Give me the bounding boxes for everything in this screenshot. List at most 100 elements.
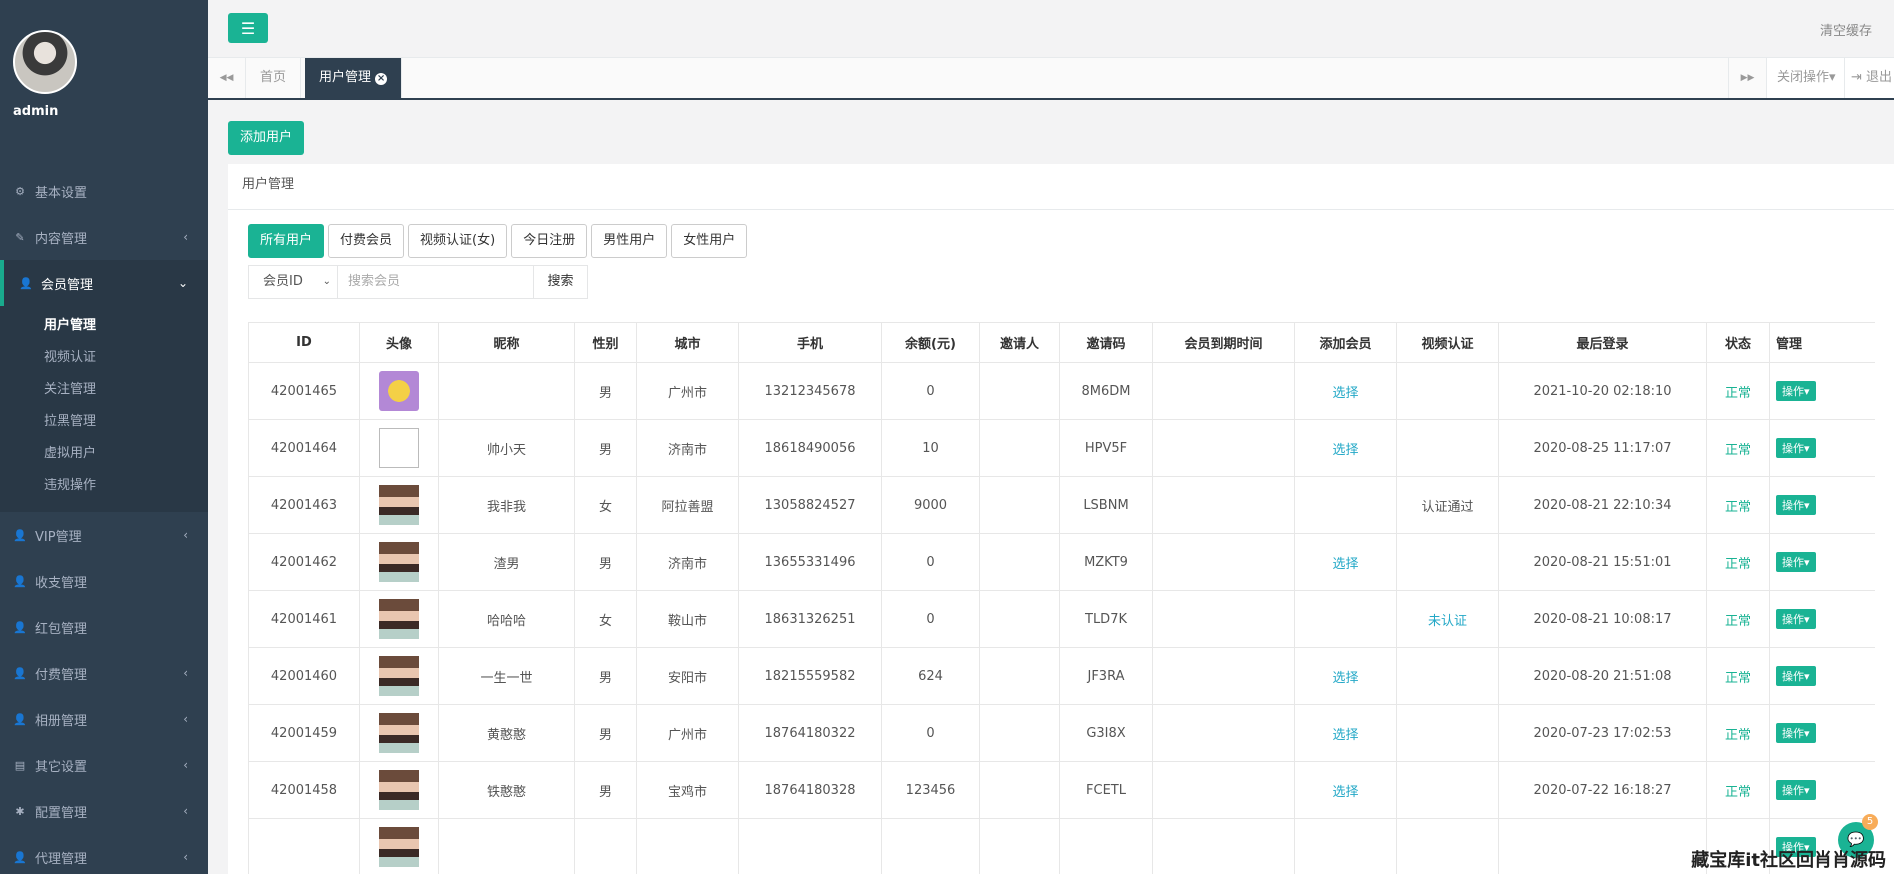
tabs-bar: ◀◀ 首页 用户管理 × ▶▶ 关闭操作▾ ⇥ 退出: [208, 58, 1894, 100]
manage-cell: 操作▾: [1769, 761, 1875, 819]
avatar: [379, 542, 419, 582]
tabs-back-button[interactable]: ◀◀: [208, 58, 246, 98]
cell-add[interactable]: 选择: [1294, 362, 1397, 420]
cell-add[interactable]: 选择: [1294, 704, 1397, 762]
user-icon: 👤: [19, 276, 33, 290]
menu-toggle-button[interactable]: ☰: [228, 13, 268, 43]
cell-status[interactable]: 正常: [1706, 647, 1770, 705]
operation-dropdown-button[interactable]: 操作▾: [1776, 495, 1816, 515]
submenu-item[interactable]: 关注管理: [0, 374, 208, 406]
sidebar-item[interactable]: ▤ 其它设置 ‹: [0, 742, 208, 788]
sidebar-item[interactable]: 👤 收支管理: [0, 558, 208, 604]
cell-status[interactable]: 正常: [1706, 533, 1770, 591]
avatar: [379, 656, 419, 696]
avatar-cell: [359, 818, 439, 874]
operation-dropdown-button[interactable]: 操作▾: [1776, 438, 1816, 458]
cell-code: FCETL: [1059, 761, 1153, 819]
chevron-icon: ‹: [183, 758, 188, 772]
cell-add[interactable]: 选择: [1294, 761, 1397, 819]
tab-label: 用户管理: [319, 70, 372, 85]
column-header: 昵称: [438, 322, 575, 363]
avatar: [379, 770, 419, 810]
sidebar-item[interactable]: 👤 代理管理 ‹: [0, 834, 208, 874]
sidebar-item[interactable]: 👤 红包管理: [0, 604, 208, 650]
cell-video: 未认证: [1396, 590, 1499, 648]
cell-login: [1498, 818, 1707, 874]
cell-phone: 18764180322: [738, 704, 882, 762]
cell-add[interactable]: 选择: [1294, 647, 1397, 705]
manage-cell: 操作▾: [1769, 533, 1875, 591]
submenu-item[interactable]: 拉黑管理: [0, 406, 208, 438]
sidebar-item[interactable]: 👤 付费管理 ‹: [0, 650, 208, 696]
operation-dropdown-button[interactable]: 操作▾: [1776, 780, 1816, 800]
sidebar-item[interactable]: 👤 会员管理 ⌄: [0, 260, 208, 306]
operation-dropdown-button[interactable]: 操作▾: [1776, 609, 1816, 629]
close-icon[interactable]: ×: [375, 73, 388, 85]
cell-nick: 铁憨憨: [438, 761, 575, 819]
cell-status[interactable]: 正常: [1706, 476, 1770, 534]
search-field-select[interactable]: 会员ID ⌄: [248, 265, 338, 299]
tab-user-management[interactable]: 用户管理 ×: [305, 58, 403, 98]
table-row: 42001458 铁憨憨男宝鸡市 18764180328 123456 FCETL 选择 2…: [248, 761, 1875, 819]
avatar[interactable]: [13, 30, 77, 94]
cell-status[interactable]: 正常: [1706, 590, 1770, 648]
filter-button[interactable]: 付费会员: [328, 224, 405, 258]
logout-button[interactable]: ⇥ 退出: [1844, 58, 1894, 98]
sidebar-item[interactable]: ✱ 配置管理 ‹: [0, 788, 208, 834]
tab-home[interactable]: 首页: [246, 58, 302, 98]
cell-inviter: [979, 476, 1060, 534]
cell-status[interactable]: 正常: [1706, 761, 1770, 819]
sidebar-item[interactable]: 👤 VIP管理 ‹: [0, 512, 208, 558]
search-button[interactable]: 搜索: [534, 265, 588, 299]
filter-button[interactable]: 女性用户: [671, 224, 748, 258]
submenu-item[interactable]: 虚拟用户: [0, 438, 208, 470]
cell-status[interactable]: 正常: [1706, 362, 1770, 420]
column-header: 添加会员: [1294, 322, 1397, 363]
cell-login: 2020-08-21 15:51:01: [1498, 533, 1707, 591]
cell-add[interactable]: 选择: [1294, 419, 1397, 477]
cell-login: 2020-07-23 17:02:53: [1498, 704, 1707, 762]
cell-id: 42001465: [248, 362, 360, 420]
sidebar-item[interactable]: ⚙ 基本设置: [0, 168, 208, 214]
close-ops-dropdown[interactable]: 关闭操作▾: [1766, 58, 1846, 98]
cell-nick: [438, 818, 575, 874]
cell-nick: 哈哈哈: [438, 590, 575, 648]
cell-balance: 0: [881, 704, 980, 762]
cell-city: [636, 818, 739, 874]
filter-button[interactable]: 男性用户: [591, 224, 668, 258]
column-header: 最后登录: [1498, 322, 1707, 363]
cell-nick: 一生一世: [438, 647, 575, 705]
clear-cache-link[interactable]: 清空缓存: [1820, 20, 1872, 39]
submenu-item[interactable]: 用户管理: [0, 310, 208, 342]
edit-icon: ✎: [15, 230, 25, 244]
cell-login: 2020-08-25 11:17:07: [1498, 419, 1707, 477]
submenu-item[interactable]: 视频认证: [0, 342, 208, 374]
column-header: 会员到期时间: [1152, 322, 1295, 363]
operation-dropdown-button[interactable]: 操作▾: [1776, 666, 1816, 686]
submenu-item[interactable]: 违规操作: [0, 470, 208, 502]
sidebar-item[interactable]: ✎ 内容管理 ‹: [0, 214, 208, 260]
operation-dropdown-button[interactable]: 操作▾: [1776, 723, 1816, 743]
column-header: 城市: [636, 322, 739, 363]
cell-sex: 女: [574, 590, 637, 648]
cell-status[interactable]: 正常: [1706, 704, 1770, 762]
avatar-cell: [359, 362, 439, 420]
operation-dropdown-button[interactable]: 操作▾: [1776, 552, 1816, 572]
cell-inviter: [979, 419, 1060, 477]
user-panel: 用户管理 所有用户 付费会员 视频认证(女) 今日注册 男性用户 女性用户 会员ID ⌄ …: [228, 164, 1894, 874]
chevron-icon: ‹: [183, 528, 188, 542]
table-row: 42001465 男广州市 13212345678 0 8M6DM 选择 2021-10-2…: [248, 362, 1875, 420]
sidebar-item[interactable]: 👤 相册管理 ‹: [0, 696, 208, 742]
cell-expire: [1152, 476, 1295, 534]
operation-dropdown-button[interactable]: 操作▾: [1776, 381, 1816, 401]
tabs-forward-button[interactable]: ▶▶: [1728, 58, 1766, 98]
cell-city: 宝鸡市: [636, 761, 739, 819]
cell-status[interactable]: 正常: [1706, 419, 1770, 477]
filter-button[interactable]: 所有用户: [248, 224, 325, 258]
search-input[interactable]: 搜索会员: [338, 265, 534, 299]
filter-button[interactable]: 今日注册: [511, 224, 588, 258]
cell-add[interactable]: 选择: [1294, 533, 1397, 591]
filter-button[interactable]: 视频认证(女): [408, 224, 508, 258]
sidebar-item-label: 收支管理: [35, 575, 88, 591]
add-user-button[interactable]: 添加用户: [228, 121, 305, 155]
